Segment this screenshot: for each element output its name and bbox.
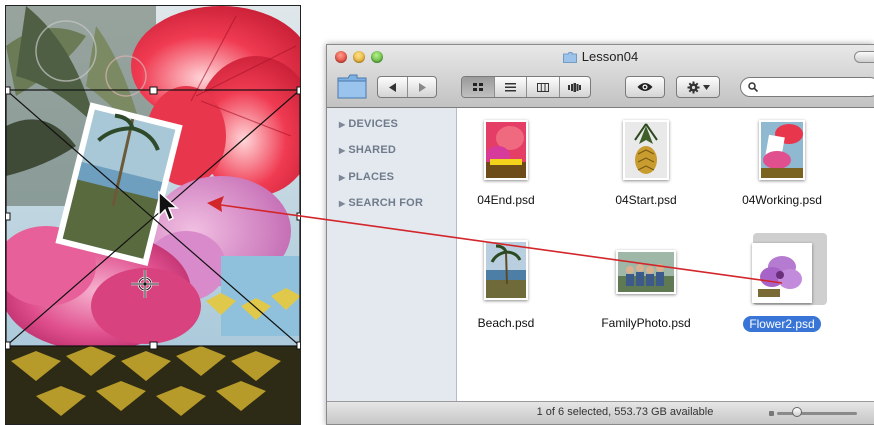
file-name: 04Working.psd [742,193,822,207]
folder-proxy-icon[interactable] [337,73,367,99]
finder-sidebar: ▶ DEVICES ▶ SHARED ▶ PLACES ▶ SEARCH FOR [327,108,457,402]
file-item[interactable]: 04Working.psd [727,117,837,212]
file-name[interactable]: Flower2.psd [743,316,821,332]
psd-thumbnail-icon [484,240,528,300]
list-view-icon [505,82,517,91]
triangle-right-icon [419,82,427,92]
back-button[interactable] [378,77,409,97]
triangle-left-icon [388,82,396,92]
icon-view-button[interactable] [462,77,496,97]
sidebar-item-places[interactable]: ▶ PLACES [339,171,394,183]
back-forward-control [377,76,437,98]
list-view-button[interactable] [495,77,528,97]
psd-thumbnail-icon [759,120,805,180]
disclosure-triangle-icon[interactable]: ▶ [339,120,345,129]
eye-icon [637,83,653,91]
icon-size-slider-knob[interactable] [792,407,802,417]
psd-thumbnail-icon [623,120,669,180]
photoshop-canvas[interactable] [5,5,301,425]
cover-flow-button[interactable] [560,77,590,97]
column-view-icon [537,82,550,92]
finder-toolbar: Lesson04 [327,45,874,108]
window-title: Lesson04 [327,49,874,64]
disclosure-triangle-icon[interactable]: ▶ [339,173,345,182]
status-bar: 1 of 6 selected, 553.73 GB available [327,401,874,424]
window-title-text: Lesson04 [581,49,639,64]
composite-image [6,6,300,424]
file-item[interactable]: Beach.psd [451,235,561,330]
chevron-down-icon [702,84,710,90]
file-name: 04End.psd [477,193,535,207]
search-icon [748,82,758,92]
action-menu-button[interactable] [676,76,720,98]
cover-flow-icon [568,82,582,92]
sidebar-item-devices[interactable]: ▶ DEVICES [339,118,398,130]
forward-button[interactable] [408,77,436,97]
icon-size-slider[interactable] [777,412,857,415]
file-item[interactable]: 04End.psd [451,117,561,212]
sidebar-item-shared[interactable]: ▶ SHARED [339,144,396,156]
file-item[interactable]: 04Start.psd [591,117,701,212]
search-field[interactable] [740,77,874,97]
file-name: FamilyPhoto.psd [601,316,691,330]
file-name: 04Start.psd [615,193,677,207]
psd-thumbnail-icon [616,250,676,294]
file-item-selected[interactable]: Flower2.psd [727,233,837,332]
toolbar-toggle-button[interactable] [854,51,874,63]
psd-thumbnail-icon [484,120,528,180]
folder-icon [562,52,577,63]
icon-view-icon [472,82,483,91]
sidebar-item-search-for[interactable]: ▶ SEARCH FOR [339,197,423,209]
file-item[interactable]: FamilyPhoto.psd [591,235,701,330]
column-view-button[interactable] [527,77,560,97]
icon-size-small-icon [769,411,774,416]
view-mode-control [461,76,591,98]
quick-look-button[interactable] [625,76,665,98]
status-text: 1 of 6 selected, 553.73 GB available [536,406,714,418]
disclosure-triangle-icon[interactable]: ▶ [339,199,345,208]
disclosure-triangle-icon[interactable]: ▶ [339,146,345,155]
psd-thumbnail-icon [752,243,812,303]
finder-window: Lesson04 ▶ DEVICES ▶ SHARED ▶ PLACES ▶ S… [326,44,874,425]
gear-icon [687,81,699,93]
file-name: Beach.psd [477,316,535,330]
